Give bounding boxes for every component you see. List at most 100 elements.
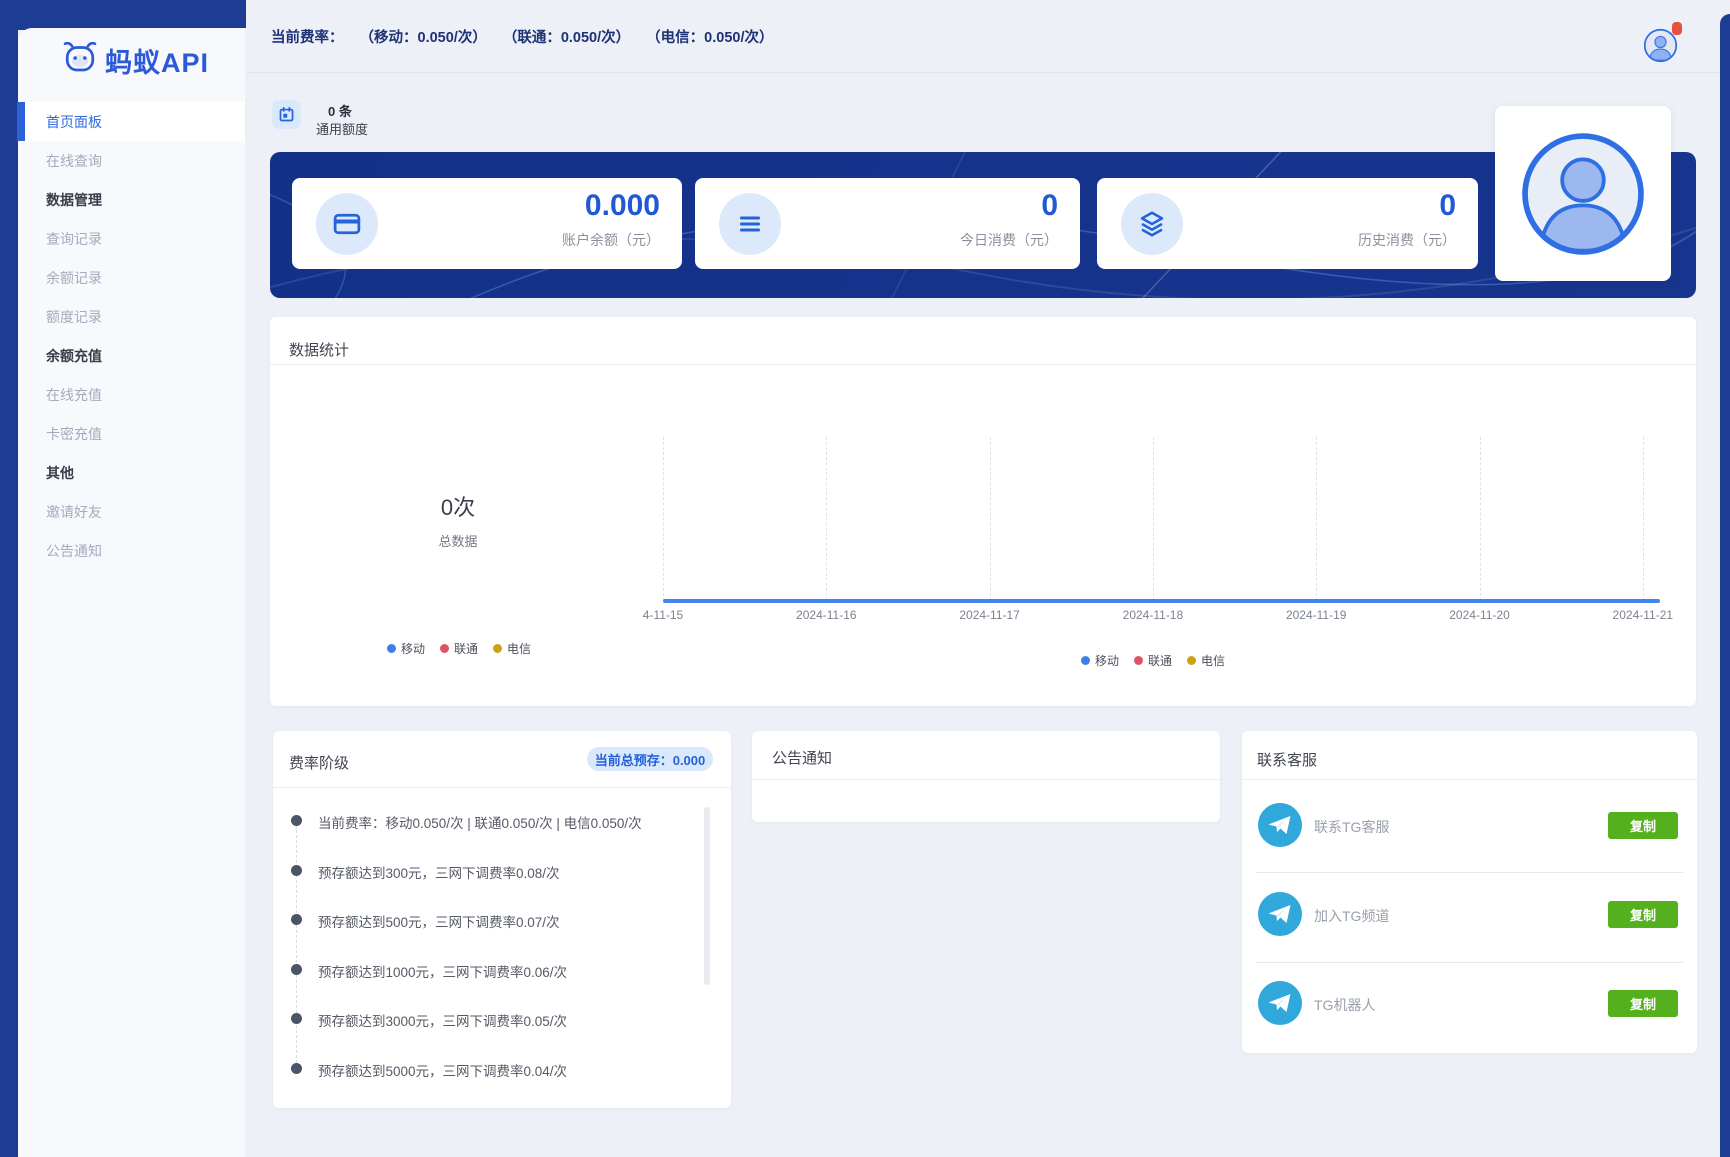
tier-bullet (291, 964, 302, 975)
chart-total-value: 0次 (388, 490, 528, 522)
sidebar-item[interactable]: 公告通知 (18, 531, 245, 570)
timeline-connector (296, 820, 297, 1068)
chart-total: 0次 总数据 (388, 490, 528, 550)
credit-card-icon (316, 193, 378, 255)
total-prestore-badge: 当前总预存：0.000 (587, 747, 713, 771)
stat-content: 0历史消费（元） (1358, 188, 1456, 250)
stat-value: 0 (1358, 188, 1456, 224)
chart-gridline (663, 437, 664, 601)
support-label: TG机器人 (1314, 995, 1375, 1015)
legend-item[interactable]: 联通 (440, 640, 478, 657)
legend-label: 移动 (1095, 652, 1119, 669)
tier-text: 预存额达到1000元，三网下调费率0.06/次 (318, 961, 567, 981)
sidebar-menu: 首页面板在线查询数据管理查询记录余额记录额度记录余额充值在线充值卡密充值其他邀请… (18, 102, 245, 570)
sidebar-item-label: 余额充值 (46, 346, 102, 366)
stat-content: 0今日消费（元） (960, 188, 1058, 250)
sidebar-item-label: 邀请好友 (46, 502, 102, 522)
tier-text: 预存额达到500元，三网下调费率0.07/次 (318, 911, 560, 931)
legend-dot (387, 644, 396, 653)
sidebar-item[interactable]: 在线充值 (18, 375, 245, 414)
sidebar-item-label: 查询记录 (46, 229, 102, 249)
tier-text: 预存额达到5000元，三网下调费率0.04/次 (318, 1060, 567, 1080)
sidebar-item[interactable]: 首页面板 (18, 102, 245, 141)
legend-dot (1187, 656, 1196, 665)
legend-item[interactable]: 移动 (387, 640, 425, 657)
legend-item[interactable]: 联通 (1134, 652, 1172, 669)
x-axis-label: 2024-11-18 (1123, 608, 1184, 622)
stat-content: 0.000 账户余额（元） (562, 188, 660, 250)
rate-tiers-title: 费率阶级 (289, 752, 349, 773)
sidebar-item-label: 其他 (46, 463, 74, 483)
sidebar-item[interactable]: 在线查询 (18, 141, 245, 180)
copy-button[interactable]: 复制 (1608, 812, 1678, 839)
stat-label: 今日消费（元） (960, 230, 1058, 250)
copy-button[interactable]: 复制 (1608, 901, 1678, 928)
tier-bullet (291, 1063, 302, 1074)
scrollbar-thumb[interactable] (704, 807, 710, 985)
sidebar-item[interactable]: 查询记录 (18, 219, 245, 258)
telegram-icon (1258, 981, 1302, 1025)
notice-title: 公告通知 (772, 747, 832, 768)
page-frame-right (1720, 14, 1730, 1157)
list-icon (719, 193, 781, 255)
divider (270, 364, 1696, 365)
sidebar: 蚂蚁API 首页面板在线查询数据管理查询记录余额记录额度记录余额充值在线充值卡密… (18, 28, 246, 1157)
sidebar-section-header: 其他 (18, 453, 245, 492)
layers-icon (1121, 193, 1183, 255)
stat-card: 0历史消费（元） (1097, 178, 1478, 269)
profile-avatar-icon (1520, 131, 1646, 257)
profile-avatar-card (1495, 106, 1671, 281)
sidebar-item-label: 余额记录 (46, 268, 102, 288)
tier-bullet (291, 1013, 302, 1024)
sidebar-item[interactable]: 额度记录 (18, 297, 245, 336)
telegram-icon (1258, 892, 1302, 936)
stat-label: 账户余额（元） (562, 230, 660, 250)
legend-dot (493, 644, 502, 653)
legend-item[interactable]: 电信 (1187, 652, 1225, 669)
tier-text: 预存额达到300元，三网下调费率0.08/次 (318, 862, 560, 882)
copy-button[interactable]: 复制 (1608, 990, 1678, 1017)
topbar: 当前费率： （移动：0.050/次）（联通：0.050/次）（电信：0.050/… (246, 0, 1720, 73)
page-frame-top (18, 0, 246, 30)
quota-count: 0 条 (328, 101, 352, 120)
sidebar-section-header: 数据管理 (18, 180, 245, 219)
x-axis-label: 4-11-15 (643, 608, 683, 622)
quota-label: 通用额度 (316, 119, 368, 138)
rate-tiers-card: 费率阶级 当前总预存：0.000 当前费率：移动0.050/次 | 联通0.05… (273, 731, 731, 1108)
x-axis-label: 2024-11-21 (1613, 608, 1674, 622)
telegram-icon (1258, 803, 1302, 847)
sidebar-item[interactable]: 余额记录 (18, 258, 245, 297)
chart-gridline (826, 437, 827, 601)
sidebar-item-label: 额度记录 (46, 307, 102, 327)
stat-value: 0.000 (562, 188, 660, 224)
tier-bullet (291, 815, 302, 826)
sidebar-item[interactable]: 卡密充值 (18, 414, 245, 453)
tier-text: 当前费率：移动0.050/次 | 联通0.050/次 | 电信0.050/次 (318, 812, 642, 832)
legend-dot (440, 644, 449, 653)
tier-bullet (291, 914, 302, 925)
rate-item-2: （电信：0.050/次） (646, 26, 773, 47)
chart-total-label: 总数据 (388, 531, 528, 550)
legend-label: 联通 (454, 640, 478, 657)
stats-banner: 0.000账户余额（元）0今日消费（元）0历史消费（元） (270, 152, 1696, 298)
rate-item-1: （联通：0.050/次） (503, 26, 630, 47)
legend-item[interactable]: 电信 (493, 640, 531, 657)
legend-item[interactable]: 移动 (1081, 652, 1119, 669)
sidebar-item-label: 在线查询 (46, 151, 102, 171)
legend-label: 联通 (1148, 652, 1172, 669)
x-axis-label: 2024-11-20 (1449, 608, 1510, 622)
support-label: 联系TG客服 (1314, 817, 1389, 837)
legend-label: 电信 (1201, 652, 1225, 669)
user-avatar-button[interactable] (1643, 28, 1678, 63)
sidebar-item-label: 在线充值 (46, 385, 102, 405)
chart-legend-center: 移动 联通 电信 (1081, 652, 1225, 669)
stat-card: 0.000 账户余额（元） (292, 178, 682, 269)
notification-badge (1672, 22, 1682, 35)
sidebar-item[interactable]: 邀请好友 (18, 492, 245, 531)
sidebar-section-header: 余额充值 (18, 336, 245, 375)
tier-text: 预存额达到3000元，三网下调费率0.05/次 (318, 1010, 567, 1030)
divider (752, 779, 1220, 780)
data-statistics-card: 数据统计 4-11-152024-11-162024-11-172024-11-… (270, 317, 1696, 706)
chart-gridline (1480, 437, 1481, 601)
quota-block (272, 100, 301, 129)
